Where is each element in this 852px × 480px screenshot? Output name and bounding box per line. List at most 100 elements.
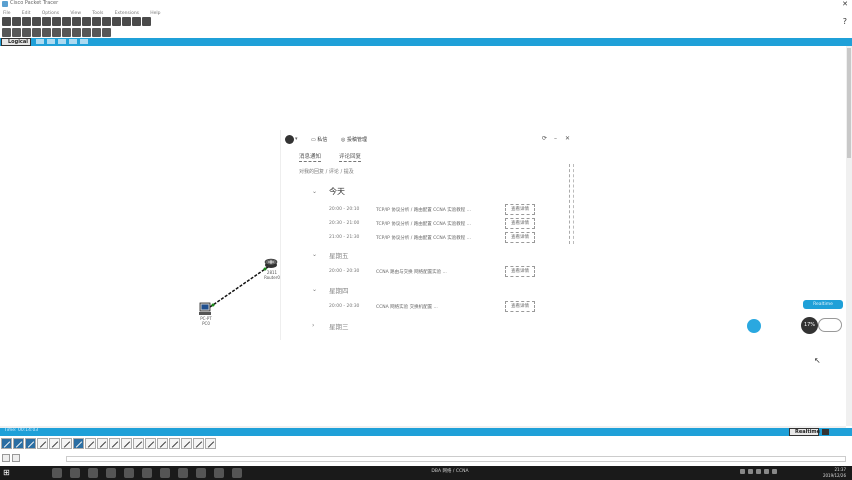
row-detail-button[interactable]: 查看详情 <box>505 232 535 243</box>
usb-cable-icon[interactable] <box>205 437 216 449</box>
row-text[interactable]: CCNA 路由与交换 网络配置实验 ... <box>376 269 494 275</box>
auto-connection-icon[interactable] <box>73 437 84 449</box>
avatar[interactable] <box>285 135 294 144</box>
collapse-icon[interactable]: ⌄ <box>312 251 317 258</box>
taskbar-clock[interactable]: 21:37 2019/12/26 <box>823 467 846 479</box>
end-devices-icon[interactable] <box>13 437 24 449</box>
private-message-label: 私信 <box>317 137 328 143</box>
taskbar-app-icon[interactable] <box>142 468 152 478</box>
panel-subtitle: 对我的回复 / 评论 / 提及 <box>299 169 354 175</box>
taskbar-app-icon[interactable] <box>106 468 116 478</box>
console-cable-icon[interactable] <box>85 437 96 449</box>
collapse-icon[interactable]: ⌄ <box>312 188 317 195</box>
copper-cross-icon[interactable] <box>109 437 120 449</box>
taskbar-app-icon[interactable] <box>88 468 98 478</box>
serial-dte-icon[interactable] <box>169 437 180 449</box>
progress-gauge: 17% <box>801 317 818 334</box>
row-detail-button[interactable]: 查看详情 <box>505 266 535 277</box>
chevron-down-icon[interactable]: ▾ <box>295 136 298 142</box>
fingerprint-icon[interactable] <box>747 319 761 333</box>
minimize-icon[interactable]: – <box>554 135 557 142</box>
router-device[interactable] <box>264 256 278 270</box>
group-title: 今天 <box>329 187 345 196</box>
subtype-item[interactable] <box>12 454 20 462</box>
row-text[interactable]: TCP/IP 协议分析 / 路由配置 CCNA 实验教程 ... <box>376 235 494 241</box>
realtime-tab[interactable]: Realtime <box>789 428 820 436</box>
row-time: 21:00 - 21:30 <box>329 235 360 240</box>
tab-notifications[interactable]: 消息通知 <box>299 152 322 162</box>
fiber-icon[interactable] <box>121 437 132 449</box>
time-label: Time: 00:14:03 <box>4 428 39 433</box>
taskbar-app-icon[interactable] <box>160 468 170 478</box>
gauge-frame <box>818 318 842 332</box>
phone-cable-icon[interactable] <box>133 437 144 449</box>
tray-icon[interactable] <box>748 469 753 474</box>
refresh-icon[interactable]: ⟳ <box>542 135 547 142</box>
ethernet-cable <box>209 266 269 308</box>
mouse-cursor-icon: ↖ <box>814 356 821 365</box>
octal-cable-icon[interactable] <box>181 437 192 449</box>
components-icon[interactable] <box>25 437 36 449</box>
collapse-icon[interactable]: › <box>312 322 314 329</box>
group-title: 星期四 <box>329 287 349 295</box>
tab-replies[interactable]: 评论回复 <box>339 152 362 162</box>
pc-label: PC-PT PC0 <box>196 316 216 326</box>
row-time: 20:00 - 20:10 <box>329 207 360 212</box>
device-type-palette <box>0 436 852 450</box>
coaxial-icon[interactable] <box>145 437 156 449</box>
group-title: 星期三 <box>329 323 349 331</box>
group-title: 星期五 <box>329 252 349 260</box>
simulation-bar: Time: 00:14:03 <box>0 428 852 436</box>
collapse-icon[interactable]: ⌄ <box>312 286 317 293</box>
taskbar-app-icon[interactable] <box>214 468 224 478</box>
device-search-field[interactable] <box>66 456 846 462</box>
panel-scrollbar[interactable] <box>569 164 572 244</box>
manage-button[interactable]: ◎ 投稿管理 <box>341 136 367 143</box>
router-label: 2811 Router0 <box>262 270 282 280</box>
taskbar-app-icon[interactable] <box>124 468 134 478</box>
close-icon[interactable]: ✕ <box>565 135 570 142</box>
clock-date: 2019/12/26 <box>822 473 846 478</box>
connections-icon[interactable] <box>37 437 48 449</box>
row-detail-button[interactable]: 查看详情 <box>505 204 535 215</box>
row-time: 20:00 - 20:30 <box>329 269 360 274</box>
subtype-item[interactable] <box>2 454 10 462</box>
serial-dce-icon[interactable] <box>157 437 168 449</box>
taskbar-app-icon[interactable] <box>196 468 206 478</box>
tray-icon[interactable] <box>740 469 745 474</box>
misc-icon[interactable] <box>49 437 60 449</box>
multiuser-icon[interactable] <box>61 437 72 449</box>
taskbar-window-title[interactable]: DBA 网络 / CCNA <box>410 468 490 474</box>
router-name-label: Router0 <box>264 275 280 280</box>
pc-device[interactable] <box>198 302 212 316</box>
row-text[interactable]: CCNA 网络实验 交换机配置 ... <box>376 304 494 310</box>
iot-cable-icon[interactable] <box>193 437 204 449</box>
pc-name-label: PC0 <box>202 321 210 326</box>
row-text[interactable]: TCP/IP 协议分析 / 路由配置 CCNA 实验教程 ... <box>376 207 494 213</box>
panel-tabs: 消息通知 评论回复 <box>299 152 362 162</box>
system-tray <box>740 469 777 474</box>
row-time: 20:00 - 20:30 <box>329 304 360 309</box>
volume-icon[interactable] <box>764 469 769 474</box>
row-text[interactable]: TCP/IP 协议分析 / 路由配置 CCNA 实验教程 ... <box>376 221 494 227</box>
network-icon[interactable] <box>756 469 761 474</box>
row-detail-button[interactable]: 查看详情 <box>505 218 535 229</box>
notification-panel: ▾ ▭ 私信 ◎ 投稿管理 ⟳ – ✕ 消息通知 评论回复 对我的回复 / 评论… <box>280 130 578 340</box>
taskbar-app-icon[interactable] <box>178 468 188 478</box>
simulation-mode-icon[interactable] <box>822 429 829 435</box>
private-message-button[interactable]: ▭ 私信 <box>311 136 327 143</box>
windows-start-icon[interactable]: ⊞ <box>3 468 10 477</box>
taskbar-app-icon[interactable] <box>232 468 242 478</box>
ime-icon[interactable] <box>772 469 777 474</box>
taskbar-app-icon[interactable] <box>52 468 62 478</box>
pc-icon <box>199 302 211 315</box>
router-icon <box>264 258 278 268</box>
copper-straight-icon[interactable] <box>97 437 108 449</box>
manage-label: 投稿管理 <box>346 137 367 143</box>
taskbar-app-icon[interactable] <box>70 468 80 478</box>
realtime-toggle-button[interactable]: Realtime <box>803 300 843 309</box>
panel-scrollbar-track <box>573 164 575 244</box>
network-devices-icon[interactable] <box>1 437 12 449</box>
row-detail-button[interactable]: 查看详情 <box>505 301 535 312</box>
row-time: 20:30 - 21:00 <box>329 221 360 226</box>
